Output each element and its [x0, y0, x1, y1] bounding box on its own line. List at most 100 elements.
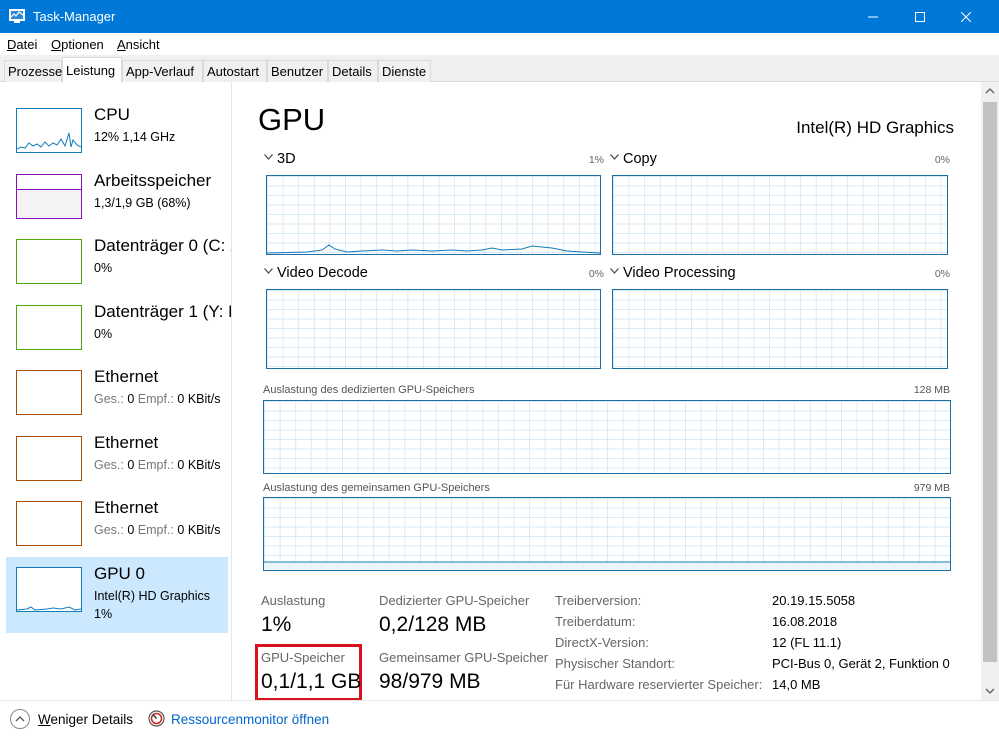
graph-copy: [612, 175, 948, 255]
shared-memory-stat-label: Gemeinsamer GPU-Speicher: [379, 650, 549, 665]
graph-3d: [266, 175, 601, 255]
footer-bar: Weniger Details Ressourcenmonitor öffnen: [0, 700, 999, 745]
info-value: 16.08.2018: [772, 614, 838, 629]
usage-value: 1%: [261, 613, 292, 636]
sidebar-item-detail: Ges.: 0 Empf.: 0 KBit/s: [94, 458, 221, 472]
close-icon: [961, 12, 971, 22]
tab-bar: Prozesse Leistung App-Verlauf Autostart …: [0, 55, 999, 83]
graph-shared-memory: [263, 497, 951, 571]
sidebar-item-gpu-0[interactable]: GPU 0 Intel(R) HD Graphics 1%: [6, 557, 228, 633]
sidebar-item-label: CPU: [94, 105, 130, 124]
resource-monitor-link[interactable]: Ressourcenmonitor öffnen: [171, 712, 329, 727]
menu-ansicht[interactable]: Ansicht: [117, 37, 160, 52]
close-button[interactable]: [943, 0, 989, 33]
fewer-details-link[interactable]: Weniger Details: [38, 712, 133, 727]
taskmanager-icon: [9, 9, 25, 23]
sidebar-item-usage: 1%: [94, 607, 113, 621]
tab-dienste[interactable]: Dienste: [378, 60, 431, 82]
info-key: DirectX-Version:: [555, 635, 649, 650]
info-key: Physischer Standort:: [555, 656, 675, 671]
sidebar-item-cpu[interactable]: CPU 12% 1,14 GHz: [6, 98, 228, 174]
sidebar-item-detail: Ges.: 0 Empf.: 0 KBit/s: [94, 523, 221, 537]
chevron-down-icon: [610, 268, 619, 274]
gpu-model-name: Intel(R) HD Graphics: [796, 118, 954, 137]
menu-bar: Datei Optionen Ansicht: [0, 33, 999, 55]
page-title: GPU: [258, 102, 326, 137]
tab-leistung[interactable]: Leistung: [62, 57, 122, 83]
engine-3d-percent: 1%: [588, 154, 604, 166]
dedicated-memory-stat-value: 0,2/128 MB: [379, 613, 487, 636]
info-key: Treiberversion:: [555, 593, 642, 608]
tab-prozesse[interactable]: Prozesse: [4, 60, 62, 82]
sidebar-item-detail: Intel(R) HD Graphics: [94, 589, 210, 603]
info-value: 14,0 MB: [772, 677, 821, 692]
sidebar-item-disk-0[interactable]: Datenträger 0 (C: X 0%: [6, 229, 231, 305]
info-value: PCI-Bus 0, Gerät 2, Funktion 0: [772, 656, 950, 671]
shared-memory-max: 979 MB: [913, 482, 950, 494]
sidebar-item-detail: 0%: [94, 261, 113, 275]
info-value: 20.19.15.5058: [772, 593, 856, 608]
sidebar-item-detail: 12% 1,14 GHz: [94, 130, 176, 144]
minimize-button[interactable]: [850, 0, 896, 33]
chevron-down-icon: [264, 154, 273, 160]
chevron-up-icon: [985, 88, 995, 94]
engine-copy-percent: 0%: [934, 154, 950, 166]
title-bar: Task-Manager: [0, 0, 999, 33]
info-key: Für Hardware reservierter Speicher:: [555, 677, 763, 692]
chevron-down-icon: [610, 154, 619, 160]
window-title: Task-Manager: [33, 9, 116, 24]
usage-label: Auslastung: [261, 593, 326, 608]
engine-selector-copy[interactable]: Copy: [610, 151, 657, 167]
graph-video-decode: [266, 289, 601, 369]
ethernet-thumbnail: [16, 436, 82, 481]
chevron-down-icon: [985, 688, 995, 694]
engine-selector-video-processing[interactable]: Video Processing: [610, 265, 736, 281]
dedicated-memory-label: Auslastung des dedizierten GPU-Speichers: [263, 384, 475, 396]
fewer-details-button[interactable]: [10, 709, 30, 729]
sidebar-item-detail: 0%: [94, 327, 113, 341]
graph-dedicated-memory: [263, 400, 951, 474]
shared-memory-label: Auslastung des gemeinsamen GPU-Speichers: [263, 482, 490, 494]
shared-memory-stat-value: 98/979 MB: [379, 670, 481, 693]
engine-video-decode-percent: 0%: [588, 268, 604, 280]
maximize-button[interactable]: [897, 0, 943, 33]
gpu-thumbnail: [16, 567, 82, 612]
scroll-down-button[interactable]: [981, 682, 999, 700]
ethernet-thumbnail: [16, 501, 82, 546]
dedicated-memory-max: 128 MB: [913, 384, 950, 396]
scroll-up-button[interactable]: [981, 82, 999, 100]
scroll-thumb[interactable]: [983, 102, 997, 662]
resource-monitor-icon: [148, 710, 165, 727]
sidebar-item-ethernet-3[interactable]: Ethernet Ges.: 0 Empf.: 0 KBit/s: [6, 491, 228, 567]
sidebar-item-label: Datenträger 1 (Y: D: [94, 302, 232, 321]
disk-thumbnail: [16, 239, 82, 284]
gpu-memory-label: GPU-Speicher: [261, 650, 345, 665]
tab-details[interactable]: Details: [328, 60, 378, 82]
tab-benutzer[interactable]: Benutzer: [267, 60, 328, 82]
engine-selector-video-decode[interactable]: Video Decode: [264, 265, 368, 281]
tab-autostart[interactable]: Autostart: [203, 60, 267, 82]
sidebar-item-label: Ethernet: [94, 367, 159, 386]
sidebar-item-label: Datenträger 0 (C: X: [94, 236, 232, 255]
sidebar-item-label: Ethernet: [94, 498, 159, 517]
sidebar-item-ethernet-1[interactable]: Ethernet Ges.: 0 Empf.: 0 KBit/s: [6, 360, 228, 436]
sidebar-item-detail: 1,3/1,9 GB (68%): [94, 196, 191, 210]
menu-optionen[interactable]: Optionen: [51, 37, 104, 52]
info-value: 12 (FL 11.1): [772, 635, 842, 650]
minimize-icon: [868, 16, 878, 18]
dedicated-memory-stat-label: Dedizierter GPU-Speicher: [379, 593, 530, 608]
sidebar-item-detail: Ges.: 0 Empf.: 0 KBit/s: [94, 392, 221, 406]
sidebar-item-label: Arbeitsspeicher: [94, 171, 212, 190]
info-key: Treiberdatum:: [555, 614, 636, 629]
engine-selector-3d[interactable]: 3D: [264, 151, 296, 167]
memory-thumbnail: [16, 174, 82, 219]
ethernet-thumbnail: [16, 370, 82, 415]
gpu-detail-panel: GPU Intel(R) HD Graphics 3D 1% Copy 0% V…: [233, 82, 981, 701]
menu-datei[interactable]: Datei: [7, 37, 37, 52]
tab-app-verlauf[interactable]: App-Verlauf: [122, 60, 203, 82]
vertical-scrollbar[interactable]: [981, 82, 999, 700]
sidebar-item-label: GPU 0: [94, 564, 146, 583]
sidebar-item-label: Ethernet: [94, 433, 159, 452]
engine-video-processing-percent: 0%: [934, 268, 950, 280]
gpu-memory-value: 0,1/1,1 GB: [261, 670, 362, 693]
